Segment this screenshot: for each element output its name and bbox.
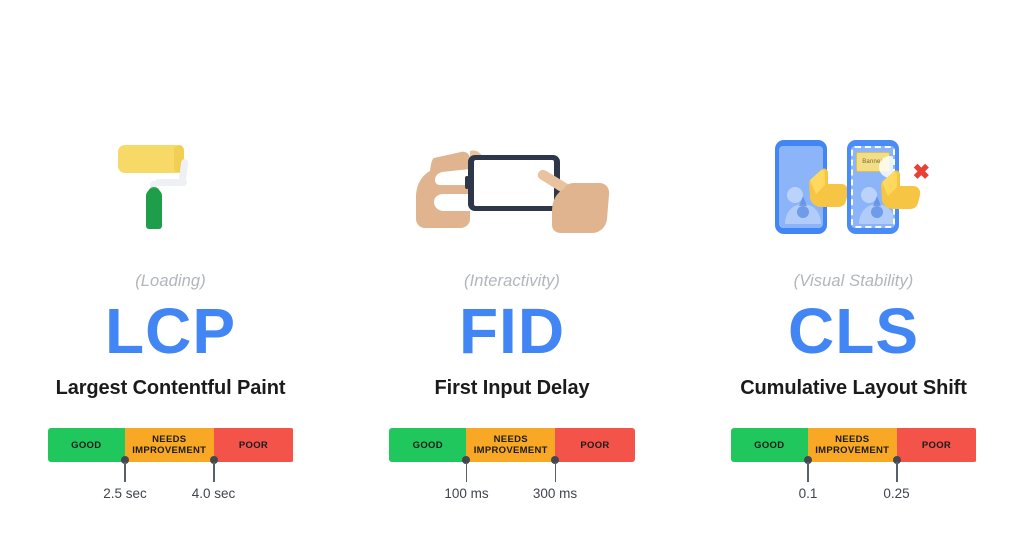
lcp-segment-poor: POOR (213, 428, 294, 462)
threshold-line (124, 462, 126, 482)
threshold-line (465, 462, 468, 482)
phone-side-button (465, 176, 469, 189)
fid-threshold-label-2: 300 ms (532, 486, 578, 501)
metric-card-fid: (Interactivity) FID First Input Delay GO… (342, 0, 683, 547)
roller-arm-horizontal (154, 179, 187, 186)
error-cross-icon: ✖ (912, 161, 931, 184)
cls-bar: GOOD NEEDS IMPROVEMENT POOR (730, 428, 977, 462)
lcp-bar: GOOD NEEDS IMPROVEMENT POOR (47, 428, 294, 462)
cls-threshold-label-1: 0.1 (798, 486, 818, 501)
core-web-vitals-board: (Loading) LCP Largest Contentful Paint G… (0, 0, 1024, 547)
fid-segment-good: GOOD (389, 428, 467, 462)
cls-segment-poor: POOR (896, 428, 977, 462)
threshold-line (896, 462, 898, 482)
lcp-segment-needs-improvement: NEEDS IMPROVEMENT (124, 428, 214, 462)
metric-card-cls: Banner ✖ (Visual Stability) CLS Cumulati… (683, 0, 1024, 547)
lcp-acronym: LCP (105, 295, 236, 367)
cls-segment-needs-improvement: NEEDS IMPROVEMENT (807, 428, 897, 462)
cls-segment-good: GOOD (730, 428, 808, 462)
shifting-layout-phones-icon: Banner ✖ (769, 132, 939, 242)
cls-fullname: Cumulative Layout Shift (740, 377, 967, 399)
fid-fullname: First Input Delay (434, 377, 590, 399)
roller-handle (145, 189, 162, 229)
cls-subtitle: (Visual Stability) (793, 272, 914, 290)
lcp-illustration (0, 122, 341, 252)
fid-acronym: FID (458, 295, 566, 367)
hands-tapping-phone-icon (412, 137, 612, 237)
threshold-line (213, 462, 215, 482)
lcp-segment-good: GOOD (47, 428, 125, 462)
pointing-hand-icon (808, 168, 848, 207)
fid-bar: GOOD NEEDS IMPROVEMENT POOR (389, 428, 635, 462)
metric-card-lcp: (Loading) LCP Largest Contentful Paint G… (0, 0, 341, 547)
cls-illustration: Banner ✖ (683, 122, 1024, 252)
cls-threshold-bar: GOOD NEEDS IMPROVEMENT POOR 0.1 0.25 (730, 428, 977, 508)
paint-roller-icon (116, 137, 226, 237)
threshold-line (807, 462, 809, 482)
lcp-fullname: Largest Contentful Paint (55, 377, 286, 399)
fid-subtitle: (Interactivity) (464, 272, 560, 290)
fid-segment-needs-improvement: NEEDS IMPROVEMENT (466, 428, 556, 462)
fid-segment-poor: POOR (555, 428, 635, 462)
lcp-threshold-bar: GOOD NEEDS IMPROVEMENT POOR 2.5 sec 4.0 … (47, 428, 294, 508)
fid-threshold-label-1: 100 ms (444, 486, 489, 501)
right-hand-pointing-icon (537, 169, 610, 233)
fid-threshold-bar: GOOD NEEDS IMPROVEMENT POOR 100 ms 300 m… (389, 428, 635, 508)
cls-threshold-label-2: 0.25 (883, 486, 910, 501)
lcp-threshold-label-1: 2.5 sec (103, 486, 147, 501)
cls-acronym: CLS (788, 295, 919, 367)
threshold-line (554, 462, 557, 482)
roller-head (117, 145, 182, 173)
fid-illustration (342, 122, 683, 252)
lcp-threshold-label-2: 4.0 sec (191, 486, 236, 501)
lcp-subtitle: (Loading) (135, 272, 206, 290)
